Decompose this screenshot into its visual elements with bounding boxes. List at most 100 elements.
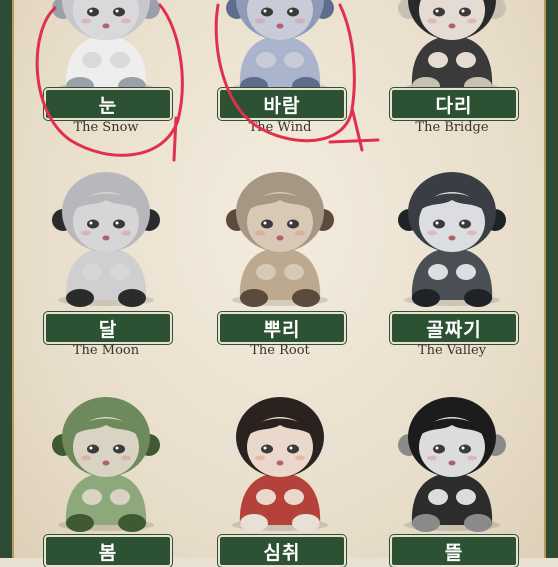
figure-left-hand: [82, 52, 102, 68]
figure-right-foot: [292, 289, 320, 307]
figure-left-foot: [66, 514, 94, 532]
figure-left-eye-shine: [435, 221, 439, 225]
figure-right-eye-shine: [115, 446, 119, 450]
figure-left-eye: [261, 219, 273, 229]
figure-right-hand: [284, 52, 304, 68]
frame-left-border: [0, 0, 14, 558]
figure-right-hand: [110, 264, 130, 280]
figure-name-korean: 뿌리: [218, 312, 346, 344]
figure-right-eye-shine: [115, 221, 119, 225]
figure-right-hand: [110, 52, 130, 68]
figure-left-hand: [256, 52, 276, 68]
figure-right-foot: [292, 514, 320, 532]
figure-left-eye: [261, 7, 273, 17]
figure-right-eye: [287, 219, 299, 229]
figure-left-blush: [427, 230, 437, 236]
moon-figure-icon: [52, 172, 160, 307]
figure-left-eye-shine: [263, 446, 267, 450]
figure-mouth: [276, 23, 284, 29]
figure-left-eye: [433, 444, 445, 454]
figure-left-eye: [87, 444, 99, 454]
figure-left-blush: [81, 230, 91, 236]
figure-right-hand: [110, 489, 130, 505]
garden-figure-icon: [398, 397, 506, 532]
figure-right-blush: [467, 230, 477, 236]
figure-right-blush: [121, 455, 131, 461]
figure-right-blush: [467, 18, 477, 24]
figure-right-blush: [295, 455, 305, 461]
figure-name-korean: 봄: [44, 535, 172, 567]
wind-figure-icon: [226, 0, 334, 95]
figure-right-foot: [118, 514, 146, 532]
figure-right-eye: [459, 7, 471, 17]
figure-left-blush: [255, 230, 265, 236]
figure-mouth: [448, 460, 456, 466]
figure-mouth: [276, 460, 284, 466]
figure-left-foot: [412, 289, 440, 307]
figure-left-eye-shine: [263, 9, 267, 13]
figure-name-korean: 골짜기: [390, 312, 518, 344]
figure-left-blush: [81, 18, 91, 24]
figure-mouth: [448, 235, 456, 241]
figure-right-foot: [118, 289, 146, 307]
figure-left-eye-shine: [263, 221, 267, 225]
figure-name-korean: 심취: [218, 535, 346, 567]
figure-left-eye: [87, 219, 99, 229]
immersion-figure-icon: [226, 397, 334, 532]
figure-right-eye: [287, 7, 299, 17]
figure-name-korean: 다리: [390, 88, 518, 120]
figure-left-eye-shine: [435, 9, 439, 13]
figure-left-foot: [66, 289, 94, 307]
figure-right-hand: [456, 489, 476, 505]
figure-left-blush: [255, 18, 265, 24]
figure-right-hand: [456, 264, 476, 280]
figure-left-foot: [240, 289, 268, 307]
figure-name-korean: 바람: [218, 88, 346, 120]
figure-right-eye: [459, 219, 471, 229]
figure-right-eye: [459, 444, 471, 454]
figure-left-hand: [256, 264, 276, 280]
figure-left-hand: [256, 489, 276, 505]
figure-right-eye: [113, 219, 125, 229]
figure-right-foot: [464, 514, 492, 532]
figure-left-blush: [81, 455, 91, 461]
figure-right-eye-shine: [289, 446, 293, 450]
figure-name-english: The Bridge: [415, 120, 489, 135]
figure-left-eye: [87, 7, 99, 17]
figure-name-english: The Moon: [72, 343, 140, 358]
figure-name-english: The Valley: [417, 343, 487, 358]
figure-right-hand: [284, 264, 304, 280]
figure-mouth: [102, 460, 110, 466]
figure-mouth: [276, 235, 284, 241]
figure-right-hand: [284, 489, 304, 505]
figure-right-hand: [456, 52, 476, 68]
figure-left-eye-shine: [89, 221, 93, 225]
figure-name-korean: 달: [44, 312, 172, 344]
figure-right-blush: [467, 455, 477, 461]
root-figure-icon: [226, 172, 334, 307]
figure-left-hand: [428, 489, 448, 505]
figure-left-eye-shine: [435, 446, 439, 450]
figure-right-eye: [113, 7, 125, 17]
figure-right-blush: [121, 18, 131, 24]
figure-left-foot: [240, 514, 268, 532]
figure-name-korean: 뜰: [390, 535, 518, 567]
figure-left-blush: [427, 18, 437, 24]
snow-figure-icon: [52, 0, 160, 95]
figure-right-blush: [295, 230, 305, 236]
spring-figure-icon: [52, 397, 160, 532]
figure-mouth: [102, 235, 110, 241]
figure-right-eye-shine: [115, 9, 119, 13]
figure-left-blush: [427, 455, 437, 461]
figure-name-english: The Wind: [248, 120, 312, 135]
figure-left-eye-shine: [89, 446, 93, 450]
figure-left-eye: [433, 219, 445, 229]
figure-right-foot: [464, 289, 492, 307]
figure-left-hand: [428, 52, 448, 68]
figure-right-eye-shine: [289, 9, 293, 13]
frame-right-border: [544, 0, 558, 558]
figure-right-eye-shine: [461, 446, 465, 450]
bridge-figure-icon: [398, 0, 506, 95]
figure-left-eye-shine: [89, 9, 93, 13]
figure-right-blush: [295, 18, 305, 24]
